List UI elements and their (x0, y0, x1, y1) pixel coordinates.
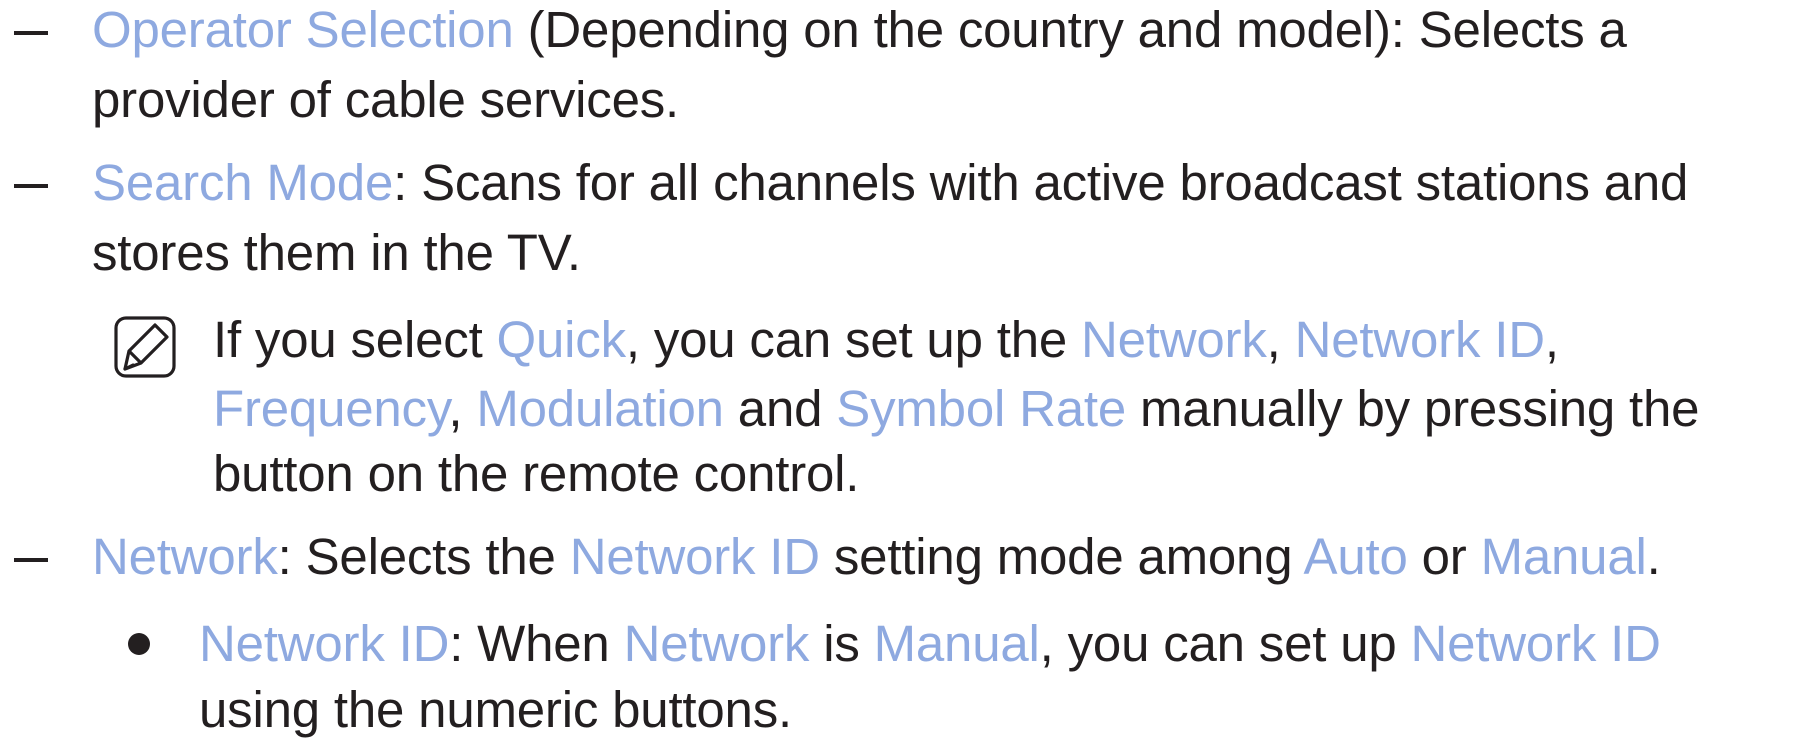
search-mode-line-1: Search Mode: Scans for all channels with… (92, 153, 1688, 213)
note-line-1: If you select Quick, you can set up the … (213, 310, 1559, 370)
network-id-term-network: Network (623, 615, 810, 672)
network-term-manual: Manual (1480, 528, 1647, 585)
note-text: , you can set up the (625, 311, 1081, 368)
network-term-auto: Auto (1303, 528, 1408, 585)
note-term-network-id: Network ID (1294, 311, 1545, 368)
operator-selection-line-2: provider of cable services. (92, 71, 680, 128)
network-text: or (1407, 528, 1481, 585)
note-term-frequency: Frequency (213, 380, 449, 437)
manual-page: Operator Selection (Depending on the cou… (0, 0, 1814, 738)
dash-marker (14, 558, 48, 562)
note-term-network: Network (1081, 311, 1267, 368)
network-id-text: is (809, 615, 874, 672)
network-id-line-2: using the numeric buttons. (199, 681, 792, 738)
search-mode-description: : Scans for all channels with active bro… (393, 154, 1689, 211)
bullet-marker (128, 633, 150, 655)
network-term: Network (92, 528, 278, 585)
note-term-modulation: Modulation (476, 380, 724, 437)
operator-selection-term: Operator Selection (92, 1, 514, 58)
search-mode-term: Search Mode (92, 154, 394, 211)
network-term-network-id: Network ID (569, 528, 820, 585)
note-text: , (448, 380, 477, 437)
operator-selection-line-1: Operator Selection (Depending on the cou… (92, 0, 1627, 60)
note-term-quick: Quick (496, 311, 627, 368)
network-id-term-manual: Manual (873, 615, 1040, 672)
note-text: manually by pressing the (1126, 380, 1700, 437)
note-line-3: button on the remote control. (213, 445, 860, 502)
network-id-term-network-id: Network ID (1410, 615, 1661, 672)
note-icon (114, 316, 176, 378)
note-text: , (1544, 311, 1559, 368)
network-text: setting mode among (819, 528, 1304, 585)
network-id-text: : When (449, 615, 624, 672)
search-mode-line-2: stores them in the TV. (92, 224, 581, 281)
note-line-2: Frequency, Modulation and Symbol Rate ma… (213, 379, 1700, 439)
network-id-text: , you can set up (1039, 615, 1411, 672)
network-text: : Selects the (277, 528, 570, 585)
network-line-1: Network: Selects the Network ID setting … (92, 527, 1661, 587)
note-text: If you select (213, 311, 497, 368)
network-id-term: Network ID (199, 615, 450, 672)
dash-marker (14, 184, 48, 188)
dash-marker (14, 31, 48, 35)
note-term-symbol-rate: Symbol Rate (836, 380, 1127, 437)
network-text: . (1646, 528, 1661, 585)
note-text: and (723, 380, 837, 437)
note-text: , (1266, 311, 1295, 368)
operator-selection-description: (Depending on the country and model): Se… (513, 1, 1627, 58)
network-id-line-1: Network ID: When Network is Manual, you … (199, 614, 1661, 674)
